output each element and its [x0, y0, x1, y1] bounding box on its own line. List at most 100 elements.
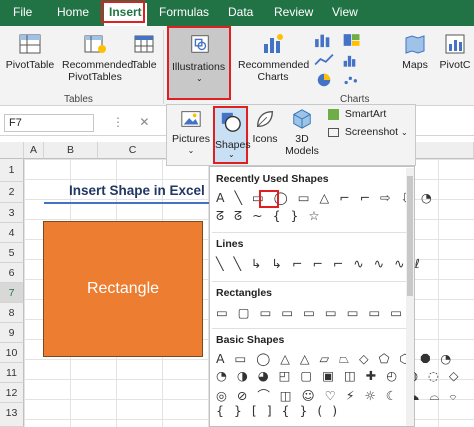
lines-heading: Lines	[216, 238, 244, 250]
ribbon-separator	[163, 30, 164, 104]
recommended-charts-label-1: Recommended	[238, 59, 310, 71]
excel-window: File Home Insert Formulas Data Review Vi…	[0, 0, 474, 427]
basic-shapes-heading: Basic Shapes	[216, 334, 285, 346]
row-header[interactable]: 6	[0, 263, 24, 283]
row-header[interactable]: 10	[0, 343, 24, 363]
tab-view[interactable]: View	[332, 5, 358, 19]
gallery-separator	[212, 328, 412, 329]
tab-review[interactable]: Review	[274, 5, 313, 19]
leaf-icon	[256, 110, 274, 128]
pivottable-label: PivotTable	[5, 59, 55, 71]
ribbon: PivotTable Recommended PivotTables Table…	[0, 26, 474, 106]
row-header[interactable]: 5	[0, 243, 24, 263]
icons-button[interactable]: Icons	[250, 108, 280, 145]
row-header[interactable]: 1	[0, 159, 24, 182]
recommended-pivottables-label-1: Recommended	[62, 59, 134, 71]
tab-home[interactable]: Home	[57, 5, 89, 19]
recent-rectangle-highlight[interactable]	[259, 190, 279, 208]
tab-file[interactable]: File	[13, 5, 32, 19]
rectangles-row[interactable]: ▭ ▢ ▭ ▭ ▭ ▭ ▭ ▭ ▭	[216, 305, 405, 320]
pictures-icon	[181, 111, 201, 127]
tables-group-label: Tables	[64, 94, 93, 105]
table-icon	[134, 35, 154, 53]
column-chart-icon[interactable]	[312, 32, 336, 48]
chevron-down-icon: ⌄	[196, 74, 203, 83]
basic-shapes-row-2[interactable]: ◔ ◑ ◕ ◰ ▢ ▣ ◫ ✚ ◴ ◍ ◌ ◇	[216, 368, 461, 383]
maps-label: Maps	[402, 59, 428, 71]
sheet-title: Insert Shape in Excel	[69, 183, 205, 198]
name-box[interactable]: F7	[4, 114, 94, 132]
recommended-pivottables-label-2: PivotTables	[68, 71, 122, 83]
recommended-charts-label-2: Charts	[257, 71, 289, 83]
pictures-button[interactable]: Pictures ⌄	[172, 108, 210, 157]
shapes-icon	[221, 112, 241, 132]
recently-used-heading: Recently Used Shapes	[216, 173, 329, 185]
illustrations-icon	[191, 35, 209, 53]
3d-models-label-1: 3D	[295, 133, 309, 145]
pivottable-button[interactable]: PivotTable	[4, 32, 56, 71]
screenshot-icon	[328, 127, 339, 137]
column-header[interactable]: A	[24, 142, 44, 159]
recommended-pivottables-icon	[84, 35, 106, 53]
recommended-charts-button[interactable]: Recommended Charts	[238, 32, 310, 83]
maps-icon	[405, 35, 425, 54]
recommended-pivottables-button[interactable]: Recommended PivotTables	[62, 32, 134, 83]
hierarchy-chart-icon[interactable]	[342, 32, 362, 48]
chart-type-gallery	[312, 30, 396, 90]
row-header[interactable]: 2	[0, 182, 24, 203]
row-header[interactable]: 8	[0, 303, 24, 323]
shapes-button[interactable]: Shapes ⌄	[213, 106, 251, 164]
recent-shapes-row-2[interactable]: ᘔ ᘔ ~ { } ☆	[216, 208, 323, 224]
row-header[interactable]: 13	[0, 403, 24, 427]
tab-formulas[interactable]: Formulas	[159, 5, 209, 19]
pivotchart-icon	[445, 34, 465, 54]
select-all-corner[interactable]	[0, 142, 24, 159]
basic-shapes-row-4[interactable]: { } [ ] { } ( )	[216, 403, 340, 418]
smartart-button[interactable]: SmartArt	[328, 108, 386, 120]
menu-bar: File Home Insert Formulas Data Review Vi…	[0, 0, 474, 26]
illustrations-label: Illustrations	[172, 61, 226, 73]
recent-shapes-row-1[interactable]: A ╲ ▭ ◯ ▭ △ ⌐ ⌐ ⇨ ⇩ ◔	[216, 190, 435, 205]
pictures-label: Pictures	[172, 133, 210, 145]
tab-data[interactable]: Data	[228, 5, 253, 19]
rectangles-heading: Rectangles	[216, 287, 273, 299]
3d-models-label-2: Models	[285, 145, 319, 157]
smartart-label: SmartArt	[344, 108, 387, 120]
title-underline	[44, 202, 214, 204]
table-button[interactable]: Table	[130, 32, 158, 71]
gallery-separator	[212, 281, 412, 282]
chevron-down-icon: ⌄	[400, 128, 408, 137]
screenshot-button[interactable]: Screenshot ⌄	[328, 126, 408, 138]
recommended-charts-icon	[264, 34, 283, 53]
table-label: Table	[131, 59, 157, 71]
pivotchart-button[interactable]: PivotC	[436, 32, 474, 71]
cube-icon	[293, 109, 311, 129]
smartart-icon	[328, 108, 339, 120]
row-header[interactable]: 12	[0, 383, 24, 403]
maps-button[interactable]: Maps	[400, 32, 430, 71]
row-header[interactable]: 11	[0, 363, 24, 383]
statistic-chart-icon[interactable]	[342, 52, 362, 68]
column-header[interactable]: C	[98, 142, 168, 159]
row-header-active[interactable]: 7	[0, 283, 24, 303]
illustrations-button[interactable]: Illustrations ⌄	[167, 26, 231, 100]
basic-shapes-row-3[interactable]: ◎ ⊘ ⌒ ◫ ☺ ♡ ⚡ ☼ ☾ ☁ ⌓ ⌔	[216, 385, 460, 404]
row-header[interactable]: 3	[0, 203, 24, 223]
icons-label: Icons	[252, 133, 278, 145]
chevron-down-icon: ⌄	[187, 146, 195, 155]
gallery-separator	[212, 232, 412, 233]
basic-shapes-row-1[interactable]: A ▭ ◯ △ △ ▱ ⏢ ◇ ⬠ ⬡ ⯃ ◔	[216, 351, 454, 367]
row-header[interactable]: 4	[0, 223, 24, 243]
rectangle-shape[interactable]: Rectangle	[43, 221, 203, 357]
screenshot-label: Screenshot	[344, 126, 399, 138]
3d-models-button[interactable]: 3D Models	[282, 108, 322, 157]
scatter-chart-icon[interactable]	[342, 72, 362, 88]
lines-row[interactable]: ╲ ╲ ↳ ↳ ⌐ ⌐ ⌐ ∿ ∿ ∿ ℓ	[216, 256, 423, 271]
pie-chart-icon[interactable]	[312, 72, 336, 88]
line-chart-icon[interactable]	[312, 52, 336, 68]
gallery-scrollbar-thumb[interactable]	[407, 176, 413, 296]
pivotchart-label: PivotC	[439, 59, 471, 71]
row-header[interactable]: 9	[0, 323, 24, 343]
column-header[interactable]: B	[44, 142, 98, 159]
pivottable-icon	[19, 34, 41, 54]
